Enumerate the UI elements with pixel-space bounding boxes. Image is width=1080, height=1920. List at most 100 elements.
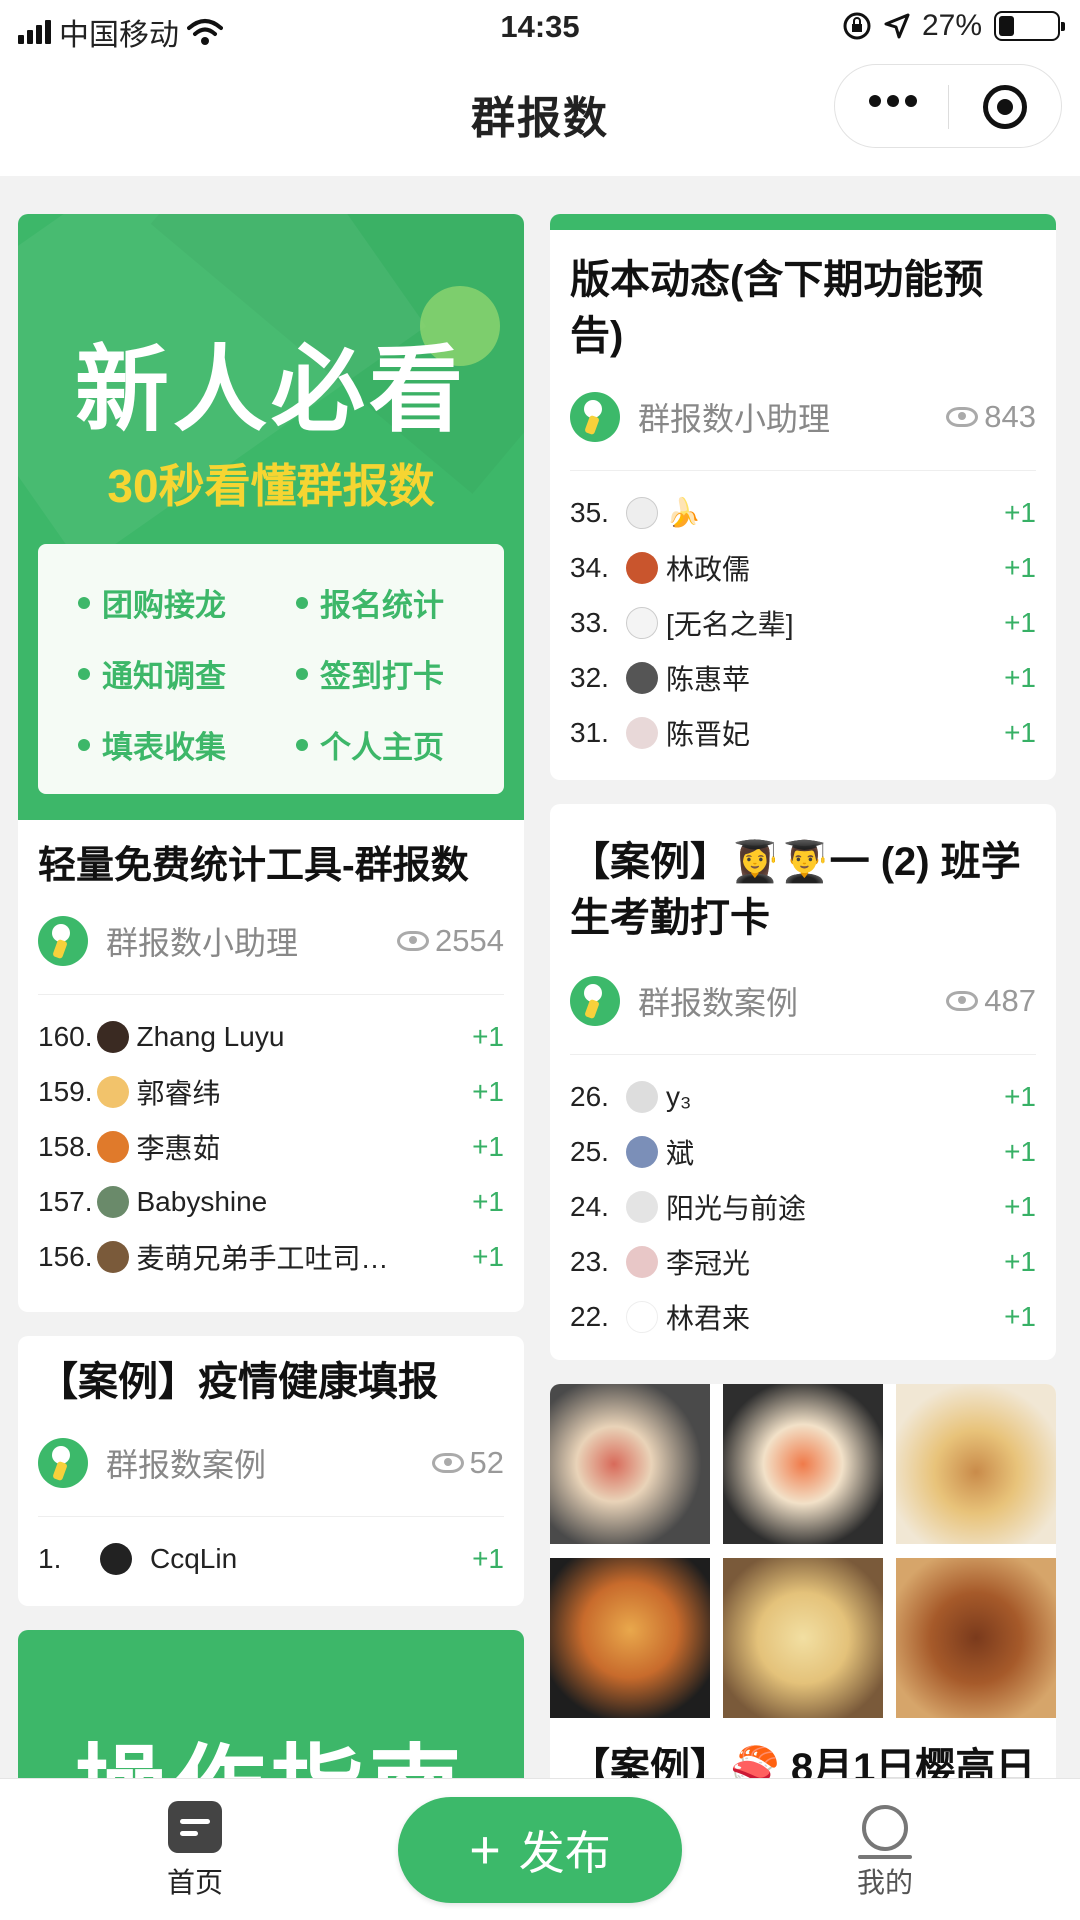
avatar xyxy=(100,1542,132,1575)
banner-feature-box: 团购接龙 报名统计 通知调查 签到打卡 填表收集 个人主页 xyxy=(38,544,504,794)
view-count: 2554 xyxy=(397,923,504,959)
author-avatar xyxy=(38,916,88,966)
list-item[interactable]: 158. 李惠茹 +1 xyxy=(38,1119,504,1174)
banner-feature: 报名统计 xyxy=(296,580,444,625)
list-item[interactable]: 25. 斌 +1 xyxy=(570,1124,1036,1179)
card-title[interactable]: 轻量免费统计工具-群报数 xyxy=(18,820,524,894)
list-item[interactable]: 24. 阳光与前途 +1 xyxy=(570,1179,1036,1234)
food-photo[interactable] xyxy=(896,1384,1056,1544)
author-name: 群报数小助理 xyxy=(106,925,299,961)
view-count-value: 487 xyxy=(984,983,1036,1018)
avatar xyxy=(626,1080,658,1113)
signup-list: 160. Zhang Luyu +1 159. 郭睿纬 +1 158. 李惠茹 +1 157… xyxy=(18,995,524,1284)
tab-bar: 首页 + 发布 我的 xyxy=(0,1778,1080,1920)
avatar xyxy=(626,1190,658,1223)
food-photo[interactable] xyxy=(723,1384,883,1544)
author-row[interactable]: 群报数小助理 2554 xyxy=(18,906,524,976)
card-accent-bar xyxy=(550,214,1056,230)
signup-list: 26. y₃ +1 25. 斌 +1 24. 阳光与前途 +1 23. 李冠光 +1 22. 林君… xyxy=(550,1055,1056,1344)
mini-program-capsule xyxy=(834,64,1062,148)
list-item[interactable]: 160. Zhang Luyu +1 xyxy=(38,1009,504,1064)
status-bar: 中国移动 14:35 27% xyxy=(0,0,1080,58)
card-title[interactable]: 版本动态(含下期功能预 告) xyxy=(550,230,1056,364)
food-photo[interactable] xyxy=(550,1558,710,1718)
card-sushi-case[interactable]: 【案例】🍣 8月1日樱高日 xyxy=(550,1384,1056,1778)
navigation-bar: 群报数 xyxy=(0,58,1080,176)
list-item[interactable]: 35. 🍌 +1 xyxy=(570,485,1036,540)
author-avatar xyxy=(570,392,620,442)
banner-subtitle: 30秒看懂群报数 xyxy=(107,460,435,512)
card-title-line: 版本动态(含下期功能预 xyxy=(570,258,984,302)
signup-list: 1. CcqLin +1 xyxy=(18,1517,524,1586)
card-title[interactable]: 【案例】疫情健康填报 xyxy=(18,1336,524,1410)
list-item[interactable]: 22. 林君来 +1 xyxy=(570,1289,1036,1344)
list-item[interactable]: 34. 林政儒 +1 xyxy=(570,540,1036,595)
card-version-news[interactable]: 版本动态(含下期功能预 告) 群报数小助理 843 35. 🍌 +1 34. 林政儒 +… xyxy=(550,214,1056,780)
list-item[interactable]: 157. Babyshine +1 xyxy=(38,1174,504,1229)
author-avatar xyxy=(38,1438,88,1488)
guide-banner-title: 操作指南 xyxy=(18,1714,524,1778)
list-item[interactable]: 33. [无名之辈] +1 xyxy=(570,595,1036,650)
location-arrow-icon xyxy=(884,13,910,39)
banner-feature: 团购接龙 xyxy=(78,580,226,625)
target-close-icon[interactable] xyxy=(983,85,1027,129)
avatar xyxy=(626,551,658,584)
card-title-line: 【案例】👩‍🎓👨‍🎓一 (2) 班学 xyxy=(570,840,1021,884)
publish-button[interactable]: + 发布 xyxy=(398,1797,682,1903)
author-name: 群报数小助理 xyxy=(638,401,831,437)
food-photo[interactable] xyxy=(896,1558,1056,1718)
card-newcomer-guide[interactable]: 新人必看 30秒看懂群报数 团购接龙 报名统计 通知调查 签到打卡 填表收集 个… xyxy=(18,214,524,1312)
banner-feature: 填表收集 xyxy=(78,722,226,767)
view-count: 843 xyxy=(946,399,1036,435)
banner-title: 新人必看 xyxy=(74,337,467,442)
avatar xyxy=(626,496,658,529)
list-item[interactable]: 1. CcqLin +1 xyxy=(38,1531,504,1586)
view-count: 487 xyxy=(946,983,1036,1019)
author-row[interactable]: 群报数案例 487 xyxy=(550,966,1056,1036)
list-item[interactable]: 32. 陈惠苹 +1 xyxy=(570,650,1036,705)
tab-home[interactable]: 首页 xyxy=(150,1801,240,1901)
battery-level xyxy=(999,16,1015,36)
list-item[interactable]: 156. 麦萌兄弟手工吐司… +1 xyxy=(38,1229,504,1284)
card-health-report[interactable]: 【案例】疫情健康填报 群报数案例 52 1. CcqLin +1 xyxy=(18,1336,524,1606)
list-item[interactable]: 26. y₃ +1 xyxy=(570,1069,1036,1124)
eye-icon xyxy=(946,991,979,1011)
capsule-divider xyxy=(948,85,949,129)
newcomer-banner[interactable]: 新人必看 30秒看懂群报数 团购接龙 报名统计 通知调查 签到打卡 填表收集 个… xyxy=(18,214,524,820)
avatar xyxy=(626,1300,658,1333)
eye-icon xyxy=(397,931,430,951)
feed[interactable]: 新人必看 30秒看懂群报数 团购接龙 报名统计 通知调查 签到打卡 填表收集 个… xyxy=(0,176,1080,1778)
orientation-lock-icon xyxy=(843,12,871,40)
tab-home-label: 首页 xyxy=(166,1867,223,1898)
person-icon xyxy=(858,1805,912,1859)
view-count-value: 2554 xyxy=(435,923,504,958)
list-item[interactable]: 23. 李冠光 +1 xyxy=(570,1234,1036,1289)
banner-feature: 个人主页 xyxy=(296,722,444,767)
plus-icon: + xyxy=(469,1820,501,1880)
author-row[interactable]: 群报数案例 52 xyxy=(18,1428,524,1498)
tab-me[interactable]: 我的 xyxy=(840,1801,930,1901)
view-count: 52 xyxy=(431,1445,504,1481)
list-item[interactable]: 159. 郭睿纬 +1 xyxy=(38,1064,504,1119)
signup-list: 35. 🍌 +1 34. 林政儒 +1 33. [无名之辈] +1 32. 陈惠苹 +1 31.… xyxy=(550,471,1056,760)
author-row[interactable]: 群报数小助理 843 xyxy=(550,382,1056,452)
food-photo[interactable] xyxy=(723,1558,883,1718)
food-photo[interactable] xyxy=(550,1384,710,1544)
avatar xyxy=(96,1020,129,1053)
battery-percent: 27% xyxy=(921,9,982,42)
card-operation-guide[interactable]: 操作指南 xyxy=(18,1630,524,1778)
author-avatar xyxy=(570,976,620,1026)
card-title[interactable]: 【案例】🍣 8月1日樱高日 xyxy=(550,1740,1055,1778)
list-item[interactable]: 31. 陈晋妃 +1 xyxy=(570,705,1036,760)
avatar xyxy=(96,1130,129,1163)
avatar xyxy=(626,1135,658,1168)
eye-icon xyxy=(431,1453,464,1473)
avatar xyxy=(626,1245,658,1278)
view-count-value: 52 xyxy=(469,1445,504,1480)
avatar xyxy=(626,716,658,749)
card-class-attendance[interactable]: 【案例】👩‍🎓👨‍🎓一 (2) 班学 生考勤打卡 群报数案例 487 26. y₃… xyxy=(550,804,1056,1360)
card-title[interactable]: 【案例】👩‍🎓👨‍🎓一 (2) 班学 生考勤打卡 xyxy=(550,804,1056,946)
card-title-line: 生考勤打卡 xyxy=(570,896,770,940)
author-name: 群报数案例 xyxy=(106,1447,267,1483)
more-dots-icon[interactable] xyxy=(869,95,917,107)
